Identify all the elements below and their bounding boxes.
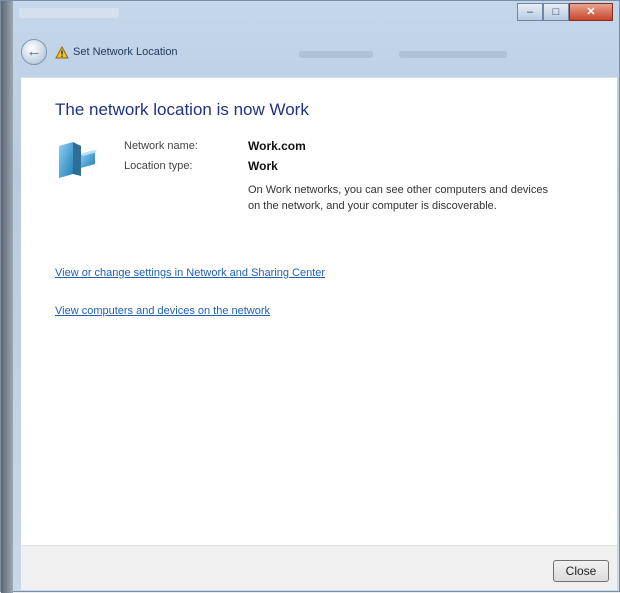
page-title: The network location is now Work (55, 100, 309, 119)
location-description: On Work networks, you can see other comp… (248, 184, 548, 212)
title-bar-blur (19, 8, 119, 18)
toolbar-blur-2 (399, 51, 507, 58)
window-controls: – □ ✕ (517, 3, 613, 21)
close-button[interactable]: Close (553, 560, 609, 582)
content-pane: The network location is now Work Network… (21, 77, 617, 546)
shield-warning-icon (55, 46, 69, 59)
left-edge-shadow (1, 1, 13, 593)
back-button[interactable]: ← (21, 39, 47, 65)
minimize-button[interactable]: – (517, 3, 543, 21)
dialog-window: – □ ✕ ← Set Network Location The network… (0, 0, 620, 593)
back-arrow-icon: ← (26, 43, 42, 60)
window-close-button[interactable]: ✕ (569, 3, 613, 21)
network-bench-icon (59, 142, 97, 178)
network-name-value: Work.com (248, 139, 306, 153)
network-name-label: Network name: (124, 140, 198, 152)
location-type-value: Work (248, 159, 278, 173)
title-bar[interactable]: – □ ✕ (13, 1, 619, 31)
toolbar-blur-1 (299, 51, 373, 58)
dialog-footer: Close (21, 545, 617, 590)
breadcrumb-title: Set Network Location (73, 46, 178, 58)
maximize-button[interactable]: □ (543, 3, 569, 21)
view-network-devices-link[interactable]: View computers and devices on the networ… (55, 305, 270, 317)
address-bar: ← Set Network Location (13, 31, 619, 73)
location-type-label: Location type: (124, 160, 193, 172)
network-sharing-center-link[interactable]: View or change settings in Network and S… (55, 267, 325, 279)
